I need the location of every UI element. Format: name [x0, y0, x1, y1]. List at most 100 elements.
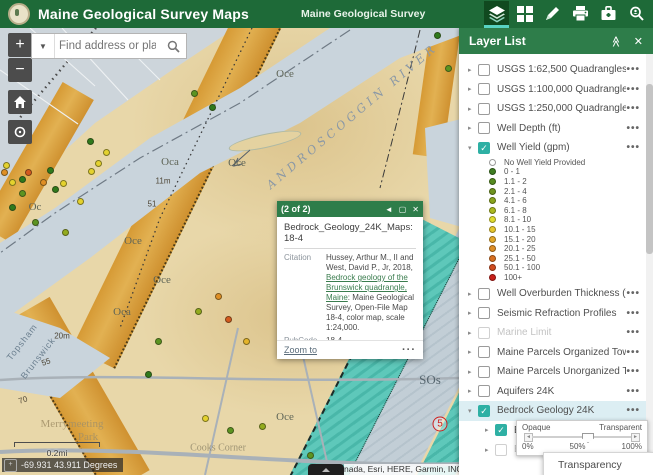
- layer-label[interactable]: Well Depth (ft): [497, 123, 626, 134]
- layer-menu-icon[interactable]: •••: [626, 84, 640, 95]
- draw-measure-tool-button[interactable]: [540, 1, 565, 26]
- well-marker[interactable]: [445, 65, 452, 72]
- layer-menu-icon[interactable]: •••: [626, 308, 640, 319]
- zoom-out-button[interactable]: −: [8, 58, 32, 82]
- slider-right-end[interactable]: ►: [631, 433, 640, 442]
- layer-menu-icon[interactable]: •••: [626, 142, 640, 153]
- search-source-dropdown[interactable]: ▼: [32, 34, 55, 58]
- layer-row[interactable]: ▸ USGS 1:250,000 Quadrangles •••: [459, 99, 646, 119]
- layer-label[interactable]: Maine Parcels Organized Towns: [497, 347, 626, 358]
- well-marker[interactable]: [25, 169, 32, 176]
- well-marker[interactable]: [215, 293, 222, 300]
- well-marker[interactable]: [191, 90, 198, 97]
- layer-row[interactable]: ▸ Well Overburden Thickness (ft) •••: [459, 284, 646, 304]
- well-marker[interactable]: [259, 423, 266, 430]
- layer-row[interactable]: ▸ Seismic Refraction Profiles •••: [459, 304, 646, 324]
- attribution-expand-tab[interactable]: [308, 464, 344, 475]
- zoom-to-link[interactable]: Zoom to: [284, 345, 402, 355]
- well-marker[interactable]: [227, 427, 234, 434]
- popup-more-icon[interactable]: ···: [402, 344, 416, 356]
- layer-row[interactable]: ▸ Aquifers 24K •••: [459, 382, 646, 402]
- layer-row[interactable]: ▸ Maine Parcels Organized Towns •••: [459, 343, 646, 363]
- well-marker[interactable]: [307, 452, 314, 459]
- collapse-caret-icon[interactable]: ▾: [468, 407, 478, 415]
- well-marker[interactable]: [19, 176, 26, 183]
- expand-caret-icon[interactable]: ▸: [485, 446, 495, 454]
- expand-caret-icon[interactable]: ▸: [485, 426, 495, 434]
- well-marker[interactable]: [32, 219, 39, 226]
- well-marker[interactable]: [52, 186, 59, 193]
- layer-row[interactable]: ▸ USGS 1:62,500 Quadrangles •••: [459, 60, 646, 80]
- layer-row[interactable]: ▸ Well Depth (ft) •••: [459, 119, 646, 139]
- layer-checkbox[interactable]: [478, 102, 490, 115]
- layer-label[interactable]: Well Overburden Thickness (ft): [497, 288, 626, 299]
- layer-label[interactable]: Seismic Refraction Profiles: [497, 308, 626, 319]
- layer-menu-icon[interactable]: •••: [626, 123, 640, 134]
- layer-checkbox[interactable]: ✓: [495, 424, 507, 437]
- well-marker[interactable]: [9, 204, 16, 211]
- expand-caret-icon[interactable]: ▸: [468, 124, 478, 132]
- search-button[interactable]: [160, 34, 186, 58]
- layer-menu-icon[interactable]: •••: [626, 347, 640, 358]
- well-marker[interactable]: [155, 338, 162, 345]
- layer-row[interactable]: ▸ Maine Parcels Unorganized Territory•••: [459, 362, 646, 382]
- layer-label[interactable]: Marine Limit: [497, 327, 626, 338]
- well-marker[interactable]: [103, 149, 110, 156]
- expand-caret-icon[interactable]: ▸: [468, 290, 478, 298]
- well-marker[interactable]: [243, 338, 250, 345]
- layer-menu-icon[interactable]: •••: [626, 327, 640, 338]
- well-marker[interactable]: [77, 198, 84, 205]
- layer-checkbox[interactable]: [478, 365, 490, 378]
- well-marker[interactable]: [62, 229, 69, 236]
- well-marker[interactable]: [95, 160, 102, 167]
- expand-caret-icon[interactable]: ▸: [468, 309, 478, 317]
- well-marker[interactable]: [60, 180, 67, 187]
- panel-scrollbar[interactable]: [646, 54, 653, 475]
- layer-menu-icon[interactable]: •••: [626, 103, 640, 114]
- layer-checkbox[interactable]: [478, 122, 490, 135]
- locate-button[interactable]: [8, 120, 32, 144]
- org-link[interactable]: Maine Geological Survey: [301, 8, 425, 20]
- layer-menu-icon[interactable]: •••: [626, 288, 640, 299]
- expand-caret-icon[interactable]: ▸: [468, 105, 478, 113]
- well-marker[interactable]: [145, 371, 152, 378]
- collapse-caret-icon[interactable]: ▾: [468, 144, 478, 152]
- well-marker[interactable]: [87, 138, 94, 145]
- layer-checkbox[interactable]: [478, 346, 490, 359]
- layer-checkbox[interactable]: [478, 307, 490, 320]
- home-button[interactable]: [8, 90, 32, 114]
- layer-checkbox[interactable]: [478, 385, 490, 398]
- layer-menu-icon[interactable]: •••: [626, 405, 640, 416]
- expand-caret-icon[interactable]: ▸: [468, 85, 478, 93]
- well-marker[interactable]: [202, 415, 209, 422]
- layer-row[interactable]: ▾ ✓ Bedrock Geology 24K •••: [459, 401, 646, 421]
- layer-label[interactable]: USGS 1:100,000 Quadrangles: [497, 84, 626, 95]
- transparency-slider[interactable]: ◄ ►: [524, 433, 640, 443]
- popup-close-icon[interactable]: ✕: [412, 205, 419, 214]
- popup-prev-icon[interactable]: ◄: [385, 205, 393, 214]
- expand-caret-icon[interactable]: ▸: [468, 368, 478, 376]
- expand-caret-icon[interactable]: ▸: [468, 348, 478, 356]
- layer-checkbox[interactable]: ✓: [478, 141, 490, 154]
- menu-item-transparency[interactable]: Transparency: [544, 459, 622, 471]
- layer-menu-icon[interactable]: •••: [626, 386, 640, 397]
- layer-checkbox[interactable]: [478, 83, 490, 96]
- print-tool-button[interactable]: [568, 1, 593, 26]
- layer-row[interactable]: ▸ Marine Limit •••: [459, 323, 646, 343]
- search-input[interactable]: [55, 40, 160, 52]
- layer-label[interactable]: Well Yield (gpm): [497, 142, 626, 153]
- layer-checkbox[interactable]: [478, 326, 490, 339]
- panel-collapse-icon[interactable]: ≪: [610, 35, 623, 47]
- search-tool-button[interactable]: [624, 1, 649, 26]
- layer-menu-icon[interactable]: •••: [626, 366, 640, 377]
- well-marker[interactable]: [434, 32, 441, 39]
- layer-label[interactable]: Aquifers 24K: [497, 386, 626, 397]
- layer-checkbox[interactable]: [478, 287, 490, 300]
- layer-row[interactable]: ▾ ✓ Well Yield (gpm) •••: [459, 138, 646, 158]
- layer-checkbox[interactable]: [478, 63, 490, 76]
- well-marker[interactable]: [88, 168, 95, 175]
- well-marker[interactable]: [1, 169, 8, 176]
- layer-row[interactable]: ▸ USGS 1:100,000 Quadrangles •••: [459, 80, 646, 100]
- layer-label[interactable]: Maine Parcels Unorganized Territory: [497, 366, 626, 377]
- well-marker[interactable]: [209, 104, 216, 111]
